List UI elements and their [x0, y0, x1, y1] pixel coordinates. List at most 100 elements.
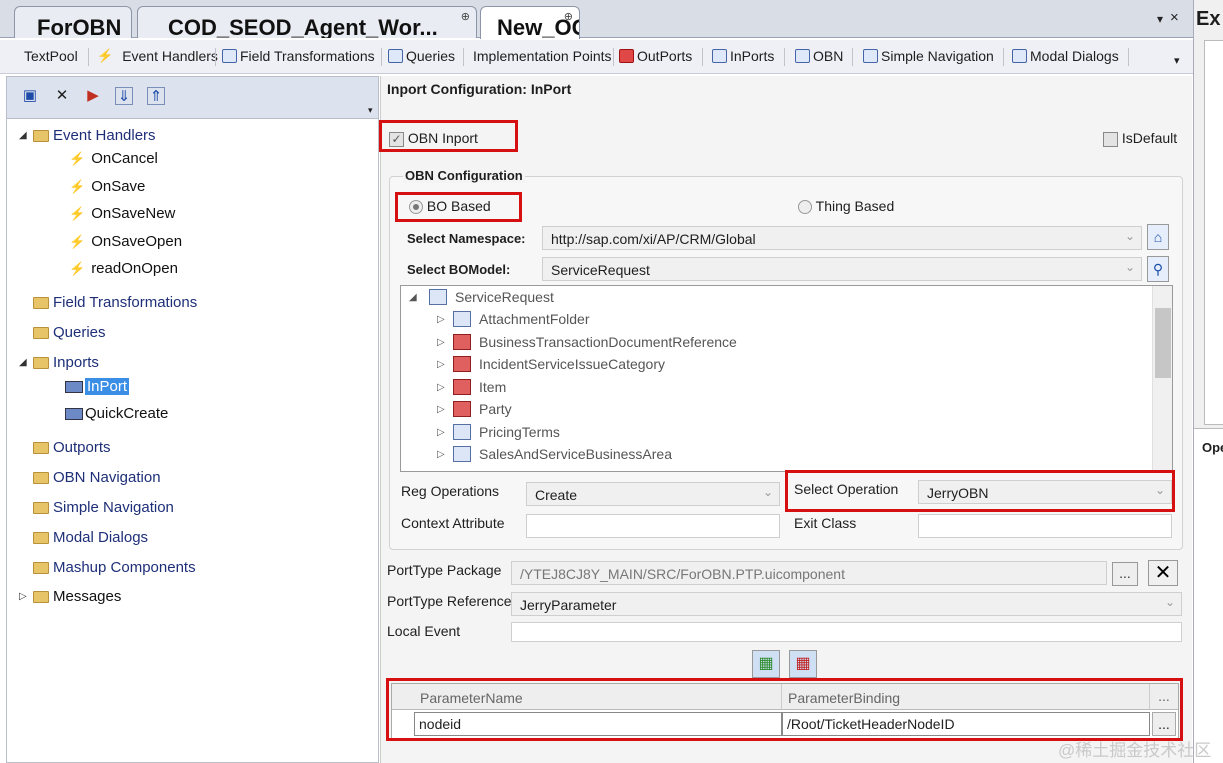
tab-textpool[interactable]: TextPool	[24, 48, 78, 64]
tree-node-field-transformations[interactable]: Field Transformations	[33, 294, 197, 311]
tab-queries[interactable]: Queries	[388, 48, 455, 64]
expand-arrow-icon[interactable]: ▷	[437, 449, 453, 460]
tab-obn[interactable]: OBN	[795, 48, 843, 64]
scrollbar-thumb[interactable]	[1155, 308, 1171, 378]
tree-node-event-handlers[interactable]: ◢ Event Handlers	[19, 127, 156, 144]
exit-class-input[interactable]	[918, 514, 1172, 538]
bo-tree-node[interactable]: ▷ BusinessTransactionDocumentReference	[437, 334, 737, 350]
expand-arrow-icon[interactable]: ▷	[437, 427, 453, 438]
doc-tab-forobn[interactable]: ForOBN	[14, 6, 132, 38]
bo-structure-tree: ◢ ServiceRequest ▷ AttachmentFolder ▷ Busin…	[400, 285, 1173, 472]
tab-modal-dialogs[interactable]: Modal Dialogs	[1012, 48, 1119, 64]
add-row-icon[interactable]: ▦	[752, 650, 780, 678]
bo-tree-node[interactable]: ▷ PricingTerms	[437, 424, 560, 440]
bo-tree-node[interactable]: ▷ IncidentServiceIssueCategory	[437, 356, 665, 372]
node-icon	[453, 446, 471, 462]
group-title: OBN Configuration	[403, 168, 525, 183]
tree-leaf-onsave[interactable]: ⚡ OnSave	[69, 178, 145, 195]
bo-node-label: IncidentServiceIssueCategory	[479, 356, 665, 372]
tab-label: TextPool	[24, 48, 78, 64]
tab-outports[interactable]: OutPorts	[619, 48, 692, 64]
expand-arrow-icon[interactable]: ▷	[19, 591, 33, 602]
porttype-package-input[interactable]: /YTEJ8CJ8Y_MAIN/SRC/ForOBN.PTP.uicompone…	[511, 561, 1107, 585]
bo-tree-root[interactable]: ◢ ServiceRequest	[409, 289, 554, 305]
vertical-scrollbar[interactable]	[1152, 286, 1172, 471]
collapse-all-icon[interactable]: ⇑	[147, 87, 165, 105]
tree-node-label: QuickCreate	[85, 405, 169, 422]
isdefault-checkbox[interactable]: IsDefault	[1103, 130, 1177, 147]
namespace-select[interactable]: http://sap.com/xi/AP/CRM/Global ⌄	[542, 226, 1142, 250]
search-icon[interactable]: ⚲	[1147, 256, 1169, 282]
tree-node-queries[interactable]: Queries	[33, 324, 106, 341]
tree-node-inports[interactable]: ◢ Inports	[19, 354, 99, 371]
tab-event-handlers[interactable]: ⚡ Event Handlers	[97, 48, 218, 64]
run-icon[interactable]: ▶	[84, 87, 102, 105]
tab-inports[interactable]: InPorts	[712, 48, 774, 64]
porttype-browse-button[interactable]: ...	[1112, 562, 1138, 586]
bo-node-label: Party	[479, 401, 512, 417]
tree-toolbar: ▣ ✕ ▶ ⇓ ⇑ ▾	[7, 77, 378, 119]
close-icon[interactable]: ×	[1170, 9, 1179, 26]
pin-icon[interactable]: ⊕	[564, 10, 573, 23]
porttype-reference-select[interactable]: JerryParameter ⌄	[511, 592, 1182, 616]
watermark: @稀土掘金技术社区	[1058, 741, 1212, 760]
side-panel-header[interactable]: Ex	[1196, 8, 1220, 31]
bo-tree-node[interactable]: ▷ SalesAndServiceBusinessArea	[437, 446, 672, 462]
expand-arrow-icon[interactable]: ▷	[437, 314, 453, 325]
doc-tab-cod-seod[interactable]: COD_SEOD_Agent_Wor... ⊕	[137, 6, 477, 38]
bomodel-select[interactable]: ServiceRequest ⌄	[542, 257, 1142, 281]
expand-arrow-icon[interactable]: ▷	[437, 382, 453, 393]
expand-arrow-icon[interactable]: ▷	[437, 337, 453, 348]
doc-tab-new-oc[interactable]: New_OC ⊕	[480, 6, 580, 39]
bo-tree-node[interactable]: ▷ Item	[437, 379, 506, 395]
tree-node-label: OnSaveNew	[91, 205, 176, 222]
folder-icon	[33, 326, 49, 339]
exit-class-label: Exit Class	[794, 515, 857, 531]
tab-simple-navigation[interactable]: Simple Navigation	[863, 48, 994, 64]
delete-icon[interactable]: ✕	[53, 87, 71, 105]
expand-arrow-icon[interactable]: ▷	[437, 404, 453, 415]
clear-icon[interactable]: ✕	[1148, 560, 1178, 586]
tree-node-obn-navigation[interactable]: OBN Navigation	[33, 469, 161, 486]
lightning-icon: ⚡	[69, 260, 86, 276]
tab-list-dropdown-icon[interactable]: ▾	[1157, 12, 1163, 26]
tree-leaf-inport[interactable]: InPort	[65, 378, 130, 395]
tree-node-modal-dialogs[interactable]: Modal Dialogs	[33, 529, 148, 546]
local-event-input[interactable]	[511, 622, 1182, 642]
tree-leaf-oncancel[interactable]: ⚡ OnCancel	[69, 150, 158, 167]
tab-implementation-points[interactable]: Implementation Points	[473, 48, 612, 64]
tab-label: Queries	[406, 48, 456, 64]
tree-leaf-onsaveopen[interactable]: ⚡ OnSaveOpen	[69, 233, 182, 250]
collapse-arrow-icon[interactable]: ◢	[19, 357, 33, 368]
bomodel-label: Select BOModel:	[407, 262, 511, 277]
collapse-arrow-icon[interactable]: ◢	[409, 292, 429, 303]
pin-icon[interactable]: ⊕	[461, 10, 470, 23]
tree-node-messages[interactable]: ▷ Messages	[19, 588, 121, 605]
tree-leaf-quickcreate[interactable]: QuickCreate	[65, 405, 168, 422]
tree-leaf-readonopen[interactable]: ⚡ readOnOpen	[69, 260, 178, 277]
thing-based-radio[interactable]: Thing Based	[798, 198, 894, 215]
add-icon[interactable]: ▣	[21, 87, 39, 105]
tab-label: OutPorts	[637, 48, 693, 64]
context-attribute-input[interactable]	[526, 514, 780, 538]
overflow-chevron-icon[interactable]: ▾	[1174, 54, 1180, 67]
obn-icon	[795, 49, 810, 63]
node-icon	[453, 424, 471, 440]
reg-operations-select[interactable]: Create ⌄	[526, 482, 780, 506]
tree-node-simple-navigation[interactable]: Simple Navigation	[33, 499, 174, 516]
highlight-box	[379, 120, 518, 152]
chevron-down-icon: ⌄	[762, 485, 773, 499]
bo-tree-node[interactable]: ▷ Party	[437, 401, 512, 417]
namespace-browse-icon[interactable]: ⌂	[1147, 224, 1169, 250]
tree-node-mashup-components[interactable]: Mashup Components	[33, 559, 196, 576]
tree-node-outports[interactable]: Outports	[33, 439, 111, 456]
association-icon	[453, 356, 471, 372]
expand-all-icon[interactable]: ⇓	[115, 87, 133, 105]
tab-field-transformations[interactable]: Field Transformations	[222, 48, 375, 64]
toolbar-overflow-icon[interactable]: ▾	[368, 105, 373, 116]
collapse-arrow-icon[interactable]: ◢	[19, 130, 33, 141]
expand-arrow-icon[interactable]: ▷	[437, 359, 453, 370]
bo-tree-node[interactable]: ▷ AttachmentFolder	[437, 311, 590, 327]
tree-leaf-onsavenew[interactable]: ⚡ OnSaveNew	[69, 205, 175, 222]
remove-row-icon[interactable]: ▦	[789, 650, 817, 678]
